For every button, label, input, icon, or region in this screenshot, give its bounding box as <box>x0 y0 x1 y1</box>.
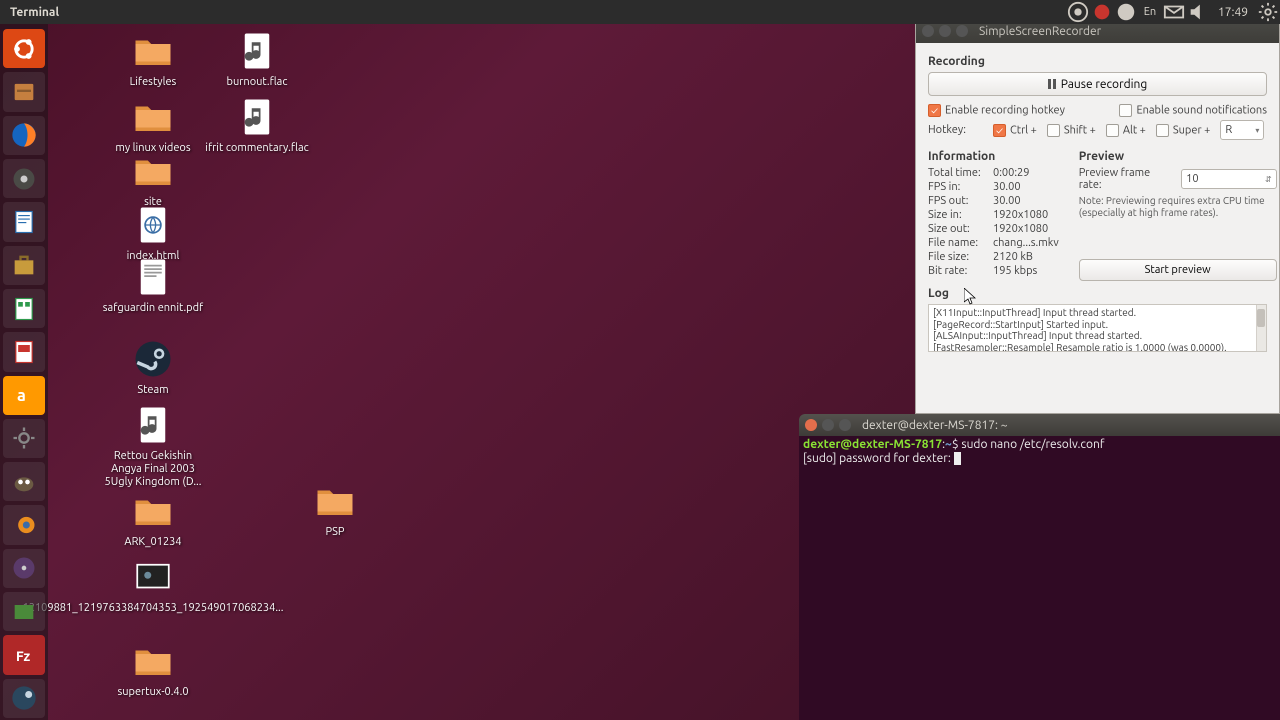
recording-heading: Recording <box>928 55 1267 68</box>
log-line: [X11Input::InputThread] Input thread sta… <box>933 307 1262 319</box>
maximize-icon[interactable] <box>839 419 851 431</box>
active-app-name: Terminal <box>0 6 69 19</box>
log-line: [FastResampler::Resample] Resample ratio… <box>933 342 1262 353</box>
terminal-title: dexter@dexter-MS-7817: ~ <box>862 419 1007 432</box>
volume-indicator-icon[interactable] <box>1187 1 1209 23</box>
ssr-window: SimpleScreenRecorder Recording Pause rec… <box>915 18 1280 414</box>
clock[interactable]: 17:49 <box>1210 6 1256 19</box>
info-row: Total time:0:00:29 <box>928 167 1059 179</box>
preview-heading: Preview <box>1079 150 1277 163</box>
info-row: Size in:1920x1080 <box>928 209 1059 221</box>
information-heading: Information <box>928 150 1059 163</box>
alt-checkbox[interactable]: Alt + <box>1106 124 1146 137</box>
ctrl-checkbox[interactable]: ✓Ctrl + <box>993 124 1037 137</box>
software-center-icon[interactable] <box>3 246 45 285</box>
close-icon[interactable] <box>805 419 817 431</box>
desktop-icon-audio[interactable]: Rettou Gekishin Angya Final 2003 5Ugly K… <box>98 404 208 490</box>
info-row: File size:2120 kB <box>928 251 1059 263</box>
minimize-icon[interactable] <box>822 419 834 431</box>
skype-indicator-icon[interactable] <box>1115 1 1137 23</box>
blender-icon[interactable] <box>3 505 45 544</box>
pause-icon <box>1048 79 1056 89</box>
files-icon[interactable] <box>3 72 45 111</box>
messages-indicator-icon[interactable] <box>1163 1 1185 23</box>
desktop-icon-pdf[interactable]: safguardin ennit.pdf <box>98 256 208 315</box>
preview-rate-label: Preview frame rate: <box>1079 167 1175 191</box>
svg-text:a: a <box>17 387 26 405</box>
log-textarea[interactable]: [X11Input::InputThread] Input thread sta… <box>928 304 1267 352</box>
steam-icon[interactable] <box>3 679 45 718</box>
desktop-icon-folder[interactable]: my linux videos <box>98 96 208 155</box>
preview-rate-input[interactable]: 10⇵ <box>1181 169 1277 189</box>
gimp-icon[interactable] <box>3 462 45 501</box>
impress-icon[interactable] <box>3 332 45 371</box>
system-settings-icon[interactable] <box>3 419 45 458</box>
desktop-icon-folder[interactable]: site <box>98 150 208 209</box>
info-row: FPS out:30.00 <box>928 195 1059 207</box>
info-row: Bit rate:195 kbps <box>928 265 1059 277</box>
terminal-body[interactable]: dexter@dexter-MS-7817:~$ sudo nano /etc/… <box>799 436 1280 468</box>
desktop-icon-folder[interactable]: supertux-0.4.0 <box>98 640 208 699</box>
super-checkbox[interactable]: Super + <box>1156 124 1210 137</box>
app-icon-1[interactable] <box>3 592 45 631</box>
desktop-icon-audio[interactable]: burnout.flac <box>202 30 312 89</box>
start-preview-button[interactable]: Start preview <box>1079 259 1277 281</box>
rhythmbox-icon[interactable] <box>3 159 45 198</box>
terminal-window: dexter@dexter-MS-7817: ~ dexter@dexter-M… <box>799 414 1280 720</box>
amazon-icon[interactable]: a <box>3 376 45 415</box>
desktop-icon-html[interactable]: index.html <box>98 204 208 263</box>
record-indicator-icon[interactable] <box>1091 1 1113 23</box>
maximize-icon[interactable] <box>956 25 968 37</box>
firefox-icon[interactable] <box>3 116 45 155</box>
info-row: File name:chang...s.mkv <box>928 237 1059 249</box>
log-scrollbar[interactable] <box>1256 305 1266 351</box>
media-icon[interactable] <box>3 549 45 588</box>
hotkey-label: Hotkey: <box>928 124 983 136</box>
desktop-icon-folder[interactable]: ARK_01234 <box>98 490 208 549</box>
desktop-icon-folder[interactable]: PSP <box>280 480 390 539</box>
ssr-title: SimpleScreenRecorder <box>979 25 1101 38</box>
enable-hotkey-checkbox[interactable]: ✓Enable recording hotkey <box>928 104 1065 117</box>
top-menubar: Terminal En 17:49 <box>0 0 1280 24</box>
svg-text:Fz: Fz <box>16 648 31 664</box>
desktop-icon-folder[interactable]: Lifestyles <box>98 30 208 89</box>
gear-indicator-icon[interactable] <box>1257 1 1279 23</box>
enable-sound-checkbox[interactable]: Enable sound notifications <box>1119 104 1267 117</box>
dash-icon[interactable] <box>3 29 45 68</box>
desktop-icon-audio[interactable]: ifrit commentary.flac <box>202 96 312 155</box>
log-line: [ALSAInput::InputThread] Input thread st… <box>933 330 1262 342</box>
mouse-cursor <box>964 288 976 306</box>
info-row: FPS in:30.00 <box>928 181 1059 193</box>
info-row: Size out:1920x1080 <box>928 223 1059 235</box>
desktop-icon-steam[interactable]: Steam <box>98 338 208 397</box>
terminal-titlebar[interactable]: dexter@dexter-MS-7817: ~ <box>799 414 1280 436</box>
log-heading: Log <box>928 287 1267 300</box>
log-line: [PageRecord::StartInput] Started input. <box>933 319 1262 331</box>
filezilla-icon[interactable]: Fz <box>3 635 45 674</box>
steam-indicator-icon[interactable] <box>1067 1 1089 23</box>
hotkey-key-select[interactable]: R▾ <box>1220 120 1264 140</box>
pause-recording-button[interactable]: Pause recording <box>928 72 1267 96</box>
writer-icon[interactable] <box>3 202 45 241</box>
keyboard-indicator[interactable]: En <box>1139 1 1161 23</box>
close-icon[interactable] <box>922 25 934 37</box>
preview-note: Note: Previewing requires extra CPU time… <box>1079 195 1277 219</box>
desktop-icon-image[interactable]: 12109881_1219763384704353_19254901706823… <box>98 556 208 615</box>
calc-icon[interactable] <box>3 289 45 328</box>
shift-checkbox[interactable]: Shift + <box>1047 124 1096 137</box>
unity-launcher: a Fz <box>0 24 48 720</box>
minimize-icon[interactable] <box>939 25 951 37</box>
